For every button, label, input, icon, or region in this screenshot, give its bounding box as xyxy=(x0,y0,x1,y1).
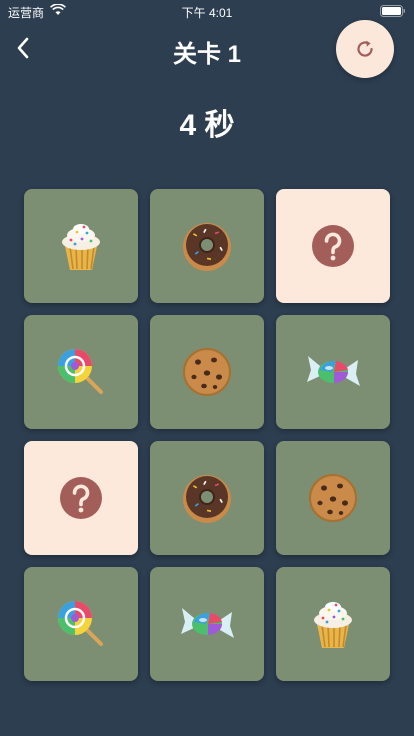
candy-icon xyxy=(181,608,234,638)
memory-card[interactable] xyxy=(24,315,138,429)
memory-card[interactable] xyxy=(24,567,138,681)
memory-card[interactable] xyxy=(150,441,264,555)
cupcake-icon xyxy=(62,224,100,270)
memory-card[interactable] xyxy=(276,567,390,681)
memory-card[interactable] xyxy=(276,441,390,555)
memory-card[interactable] xyxy=(150,315,264,429)
memory-card[interactable] xyxy=(150,189,264,303)
cookie-icon xyxy=(309,474,357,522)
status-time: 下午 4:01 xyxy=(181,6,233,20)
battery-icon xyxy=(380,5,405,17)
donut-icon xyxy=(183,475,231,523)
card-grid xyxy=(24,189,390,681)
memory-card-hidden[interactable] xyxy=(24,441,138,555)
countdown-timer: 4 秒 xyxy=(179,109,235,142)
memory-card-hidden[interactable] xyxy=(276,189,390,303)
question-icon xyxy=(312,225,354,267)
memory-card[interactable] xyxy=(24,189,138,303)
memory-card[interactable] xyxy=(276,315,390,429)
cupcake-icon xyxy=(314,602,352,648)
cookie-icon xyxy=(183,348,231,396)
refresh-icon xyxy=(357,40,373,57)
candy-icon xyxy=(307,356,360,386)
memory-card[interactable] xyxy=(150,567,264,681)
status-bar: 运营商 下午 4:01 xyxy=(0,0,414,22)
question-icon xyxy=(60,477,102,519)
reset-button[interactable] xyxy=(336,20,394,78)
lollipop-icon xyxy=(58,601,103,646)
lollipop-icon xyxy=(58,349,103,394)
donut-icon xyxy=(183,223,231,271)
